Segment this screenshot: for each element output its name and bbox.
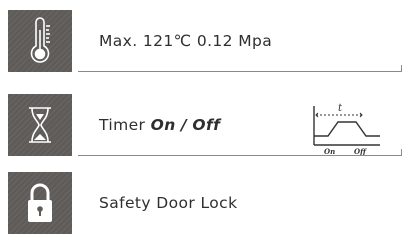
padlock-icon-tile — [8, 172, 72, 234]
thermometer-icon — [30, 17, 50, 63]
feature-row-timer: Timer On / Off t On Off — [8, 94, 402, 156]
timer-diagram-t-label: t — [338, 103, 343, 114]
door-lock-label: Safety Door Lock — [99, 194, 238, 212]
timer-diagram: t On Off — [304, 94, 384, 156]
timer-label-prefix: Timer — [99, 116, 146, 134]
thermometer-icon-tile — [8, 10, 72, 72]
row-divider — [78, 71, 402, 72]
hourglass-icon — [29, 107, 51, 143]
padlock-icon — [28, 183, 52, 222]
timer-on-label: On — [150, 116, 176, 134]
hourglass-icon-tile — [8, 94, 72, 156]
timer-diagram-curve — [314, 121, 380, 137]
feature-row-door-lock: Safety Door Lock — [8, 172, 402, 234]
timer-label: Timer On / Off — [99, 94, 220, 156]
timer-off-label: Off — [192, 116, 221, 134]
feature-row-temperature: Max. 121℃ 0.12 Mpa — [8, 10, 402, 72]
timer-separator: / — [180, 116, 188, 134]
temperature-pressure-label: Max. 121℃ 0.12 Mpa — [99, 32, 273, 50]
row-divider — [78, 155, 402, 156]
